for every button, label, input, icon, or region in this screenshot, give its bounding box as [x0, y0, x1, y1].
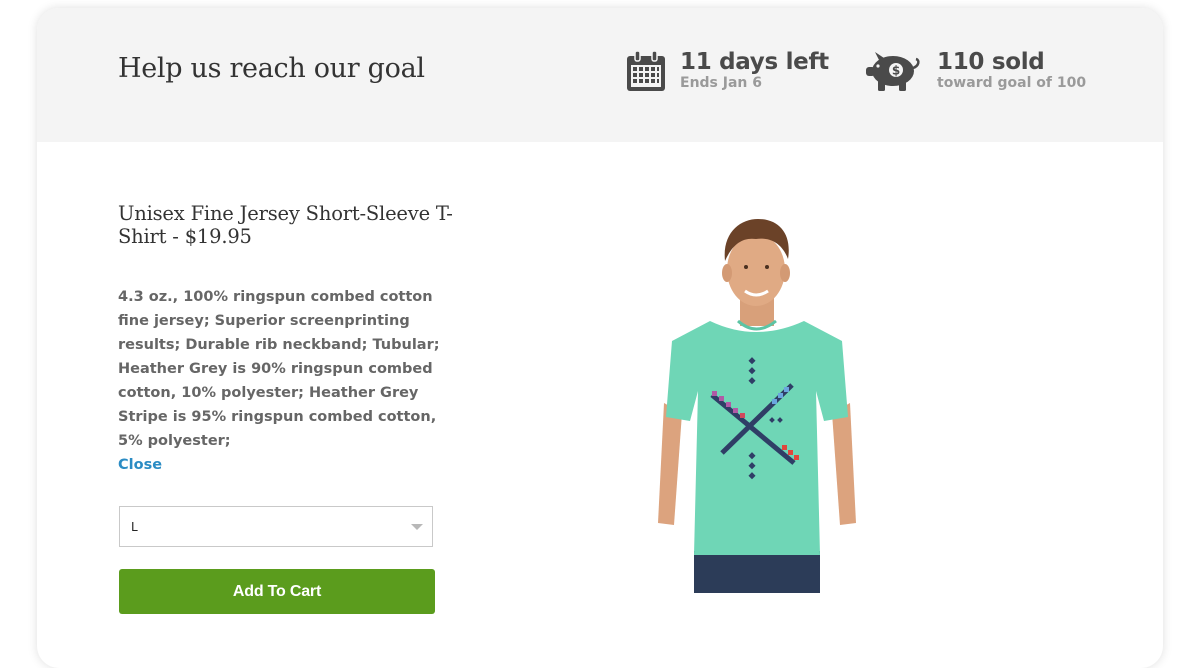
add-to-cart-button[interactable]: Add To Cart [119, 569, 435, 614]
goal-title: Help us reach our goal [118, 53, 425, 84]
product-photo [658, 219, 856, 593]
size-selected-value: L [131, 520, 138, 534]
sold-count-stat: $ 110 sold toward goal of 100 [865, 50, 1086, 92]
goal-target: toward goal of 100 [937, 75, 1087, 91]
days-left-stat: 11 days left Ends Jan 6 [626, 50, 829, 92]
calendar-icon [627, 50, 665, 91]
end-date: Ends Jan 6 [680, 75, 762, 91]
goal-bar: Help us reach our goal 11 days left Ends… [37, 8, 1163, 142]
piggy-bank-icon: $ [866, 52, 920, 91]
product-description-text: 4.3 oz., 100% ringspun combed cotton fin… [118, 289, 440, 449]
svg-text:$: $ [892, 64, 900, 78]
campaign-card: Help us reach our goal 11 days left Ends… [37, 8, 1163, 668]
days-left-value: 11 days left [680, 49, 829, 75]
sold-count-text: 110 sold toward goal of 100 [937, 50, 1086, 92]
size-select[interactable]: L [119, 506, 433, 547]
sold-count-value: 110 sold [937, 49, 1045, 75]
product-title: Unisex Fine Jersey Short-Sleeve T-Shirt … [118, 202, 453, 248]
product-description: 4.3 oz., 100% ringspun combed cotton fin… [118, 285, 463, 477]
chevron-down-icon [411, 524, 423, 530]
close-description-link[interactable]: Close [118, 457, 162, 473]
days-left-text: 11 days left Ends Jan 6 [680, 50, 829, 92]
